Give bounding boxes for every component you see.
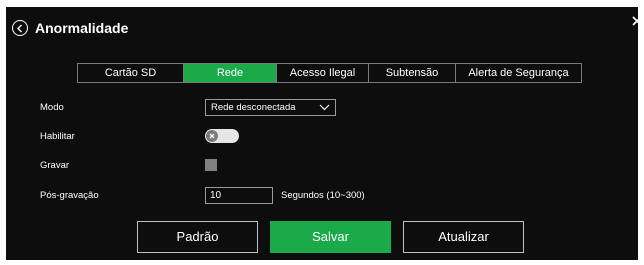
gravar-label: Gravar xyxy=(40,160,70,171)
chevron-left-icon xyxy=(16,24,24,33)
back-button[interactable] xyxy=(12,20,28,36)
tab-bar: Cartão SD Rede Acesso Ilegal Subtensão A… xyxy=(77,63,582,83)
dialog-header: Anormalidade xyxy=(6,7,638,47)
page-title: Anormalidade xyxy=(35,20,129,36)
tab-rede[interactable]: Rede xyxy=(184,64,277,82)
tab-alerta-de-seguranca[interactable]: Alerta de Segurança xyxy=(456,64,581,82)
anormalidade-dialog: Anormalidade Cartão SD Rede Acesso Ilega… xyxy=(6,7,642,260)
chevron-down-icon xyxy=(319,104,330,111)
atualizar-button[interactable]: Atualizar xyxy=(403,221,524,253)
salvar-button[interactable]: Salvar xyxy=(270,221,391,253)
padrao-button[interactable]: Padrão xyxy=(137,221,258,253)
tab-cartao-sd[interactable]: Cartão SD xyxy=(78,64,184,82)
pos-gravacao-label: Pós-gravação xyxy=(40,190,99,201)
modo-label: Modo xyxy=(40,102,64,113)
pos-gravacao-hint: Segundos (10~300) xyxy=(281,190,365,201)
habilitar-label: Habilitar xyxy=(40,131,75,142)
close-button[interactable] xyxy=(631,15,644,29)
modo-select[interactable]: Rede desconectada xyxy=(205,99,336,116)
tab-subtensao[interactable]: Subtensão xyxy=(369,64,456,82)
pos-gravacao-input[interactable] xyxy=(205,187,273,204)
x-icon xyxy=(208,132,216,140)
toggle-knob xyxy=(206,130,218,142)
modo-select-value: Rede desconectada xyxy=(211,102,296,113)
habilitar-toggle[interactable] xyxy=(205,129,239,143)
gravar-checkbox[interactable] xyxy=(205,159,217,171)
close-icon xyxy=(631,15,644,27)
tab-acesso-ilegal[interactable]: Acesso Ilegal xyxy=(277,64,369,82)
